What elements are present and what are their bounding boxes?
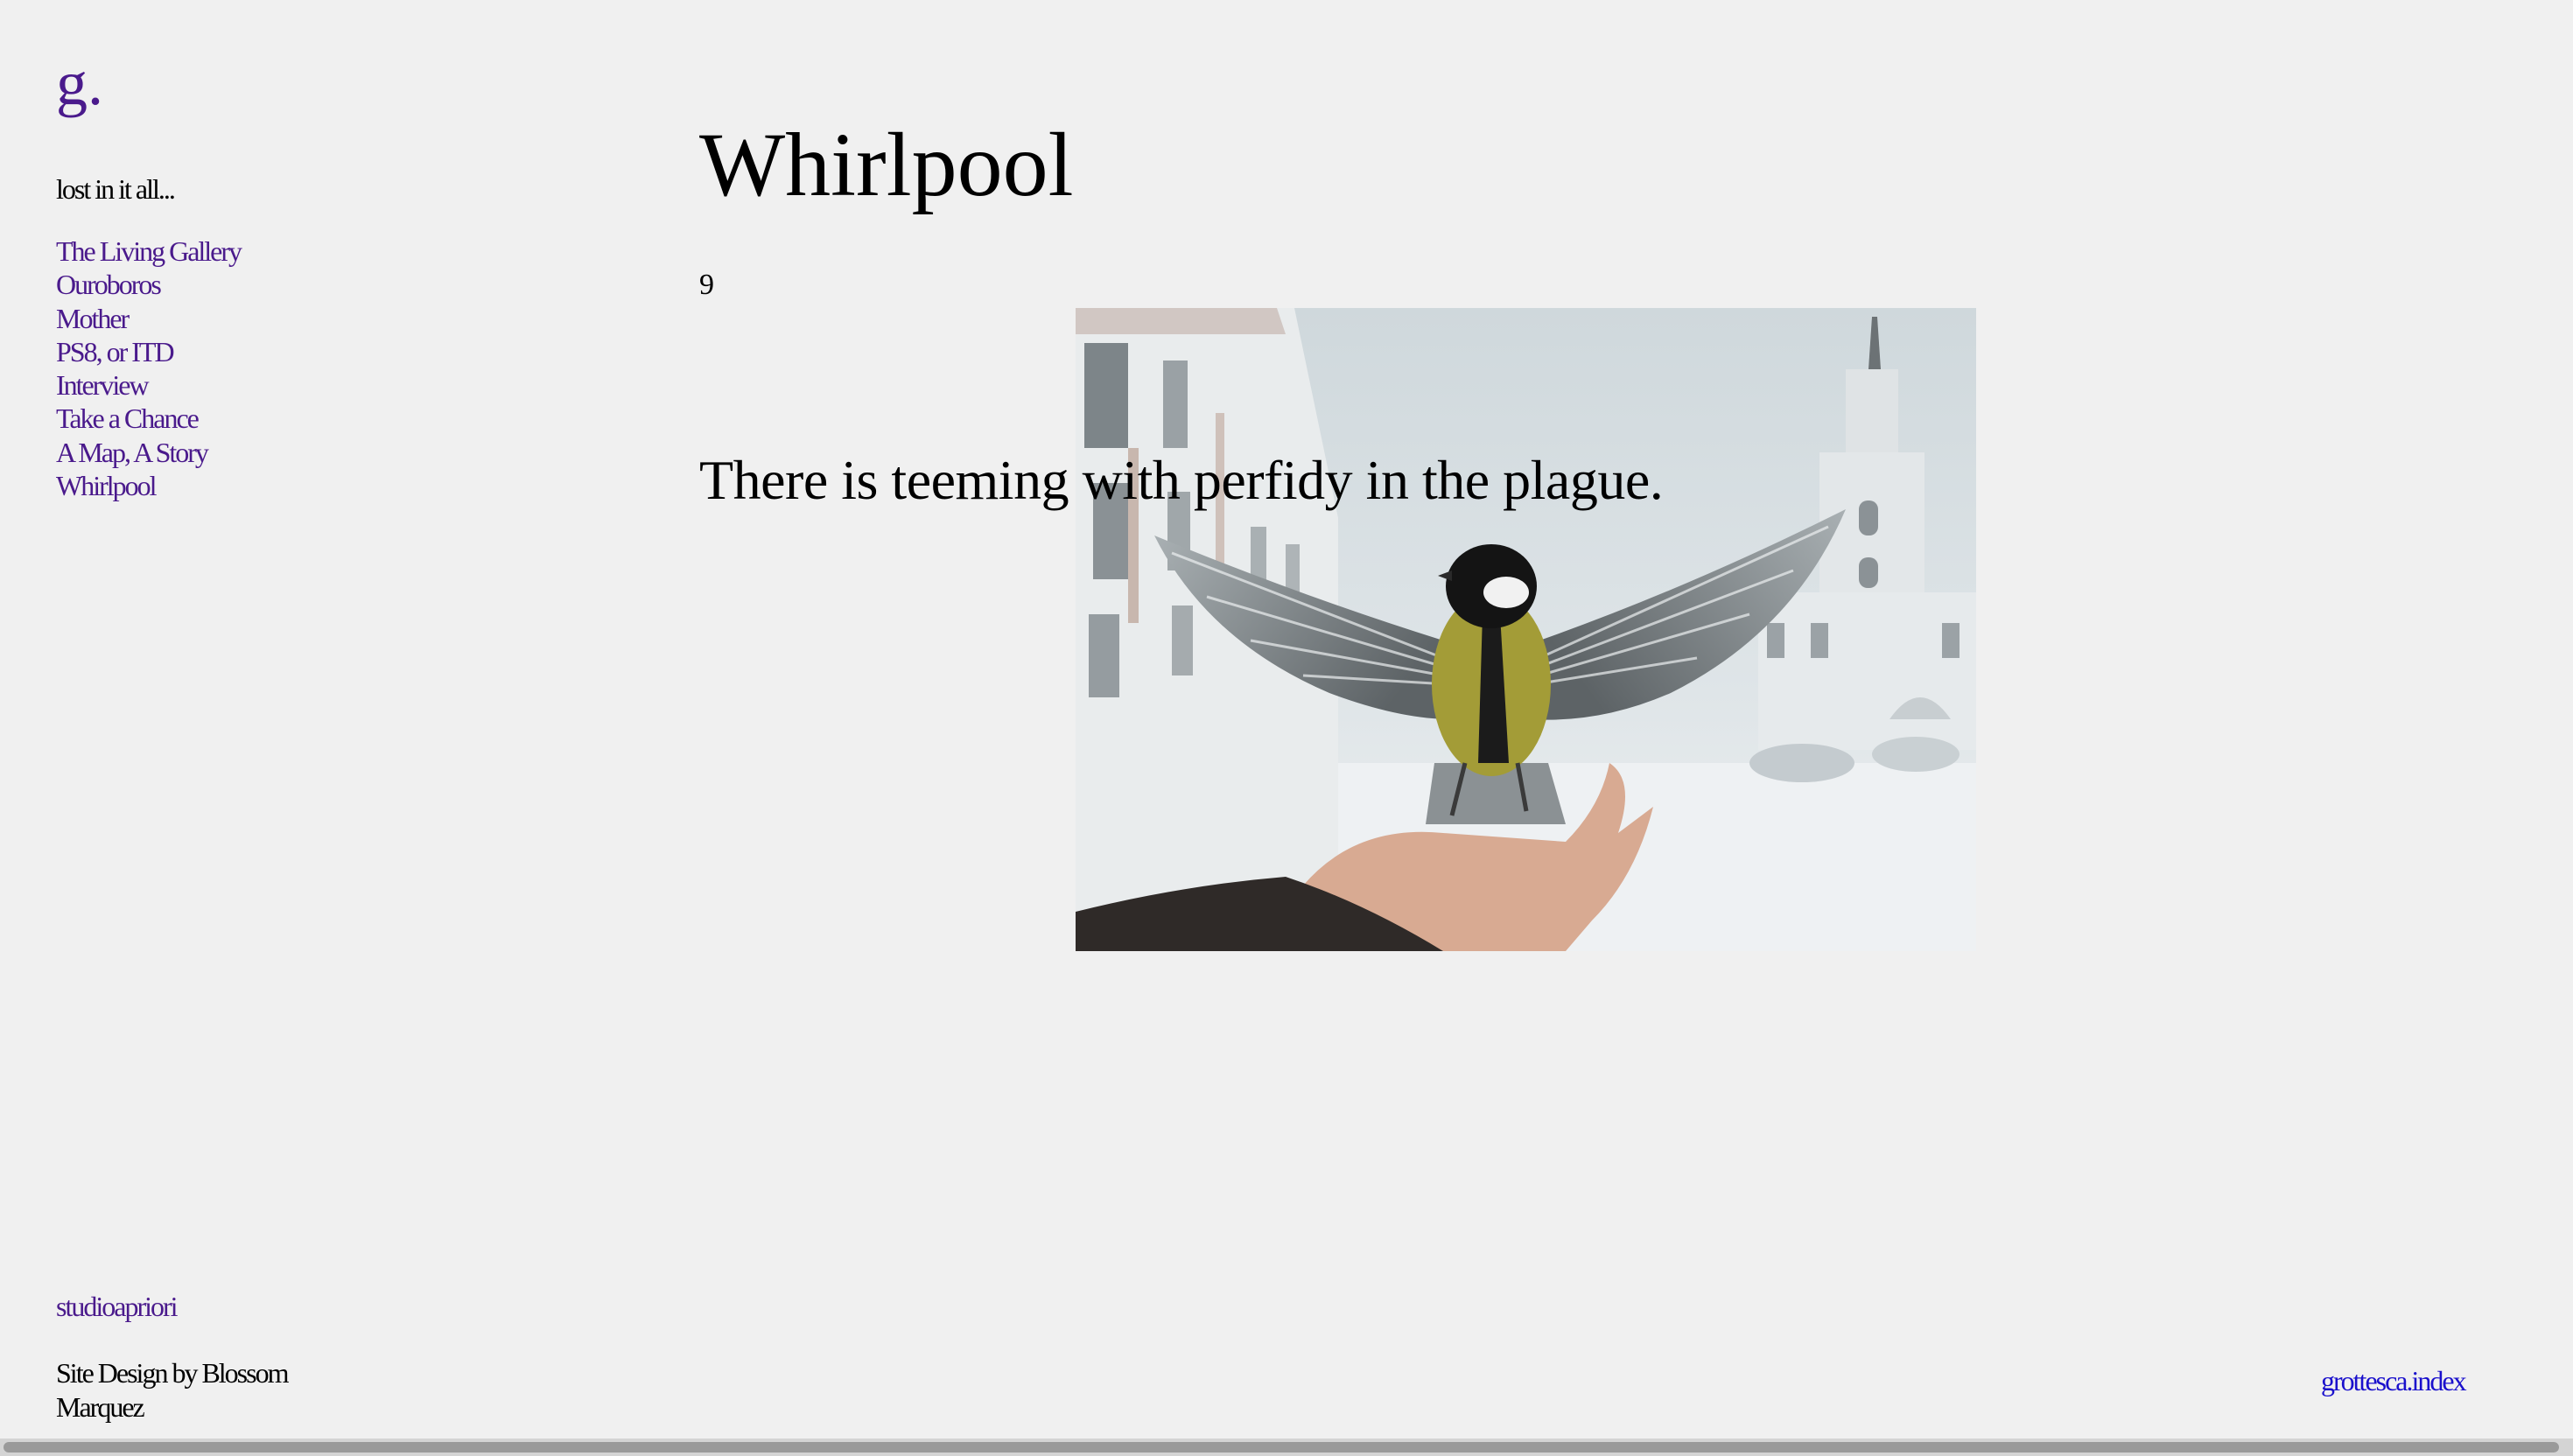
studio-link[interactable]: studioapriori	[56, 1289, 179, 1324]
nav-item-the-living-gallery[interactable]: The Living Gallery	[56, 234, 242, 268]
entry-quote: There is teeming with perfidy in the pla…	[699, 449, 1664, 511]
horizontal-scrollbar[interactable]	[0, 1438, 2573, 1456]
page-title: Whirlpool	[699, 115, 1074, 215]
scrollbar-thumb[interactable]	[4, 1442, 2559, 1452]
site-tagline: lost in it all...	[56, 173, 176, 205]
entry-number: 9	[699, 269, 714, 301]
sidebar-nav: The Living Gallery Ouroboros Mother PS8,…	[56, 234, 242, 502]
site-logo[interactable]: g.	[56, 44, 103, 122]
nav-item-whirlpool[interactable]: Whirlpool	[56, 469, 241, 502]
nav-item-a-map-a-story[interactable]: A Map, A Story	[56, 436, 241, 469]
nav-item-mother[interactable]: Mother	[56, 302, 241, 335]
site-credit: Site Design by Blossom Marquez	[56, 1357, 289, 1423]
nav-item-ps8[interactable]: PS8, or ITD	[56, 335, 241, 368]
nav-item-take-a-chance[interactable]: Take a Chance	[56, 402, 241, 435]
nav-item-interview[interactable]: Interview	[56, 368, 241, 402]
index-link[interactable]: grottesca.index	[2321, 1363, 2467, 1398]
bird-photo	[1076, 308, 1976, 951]
nav-item-ouroboros[interactable]: Ouroboros	[56, 268, 241, 301]
